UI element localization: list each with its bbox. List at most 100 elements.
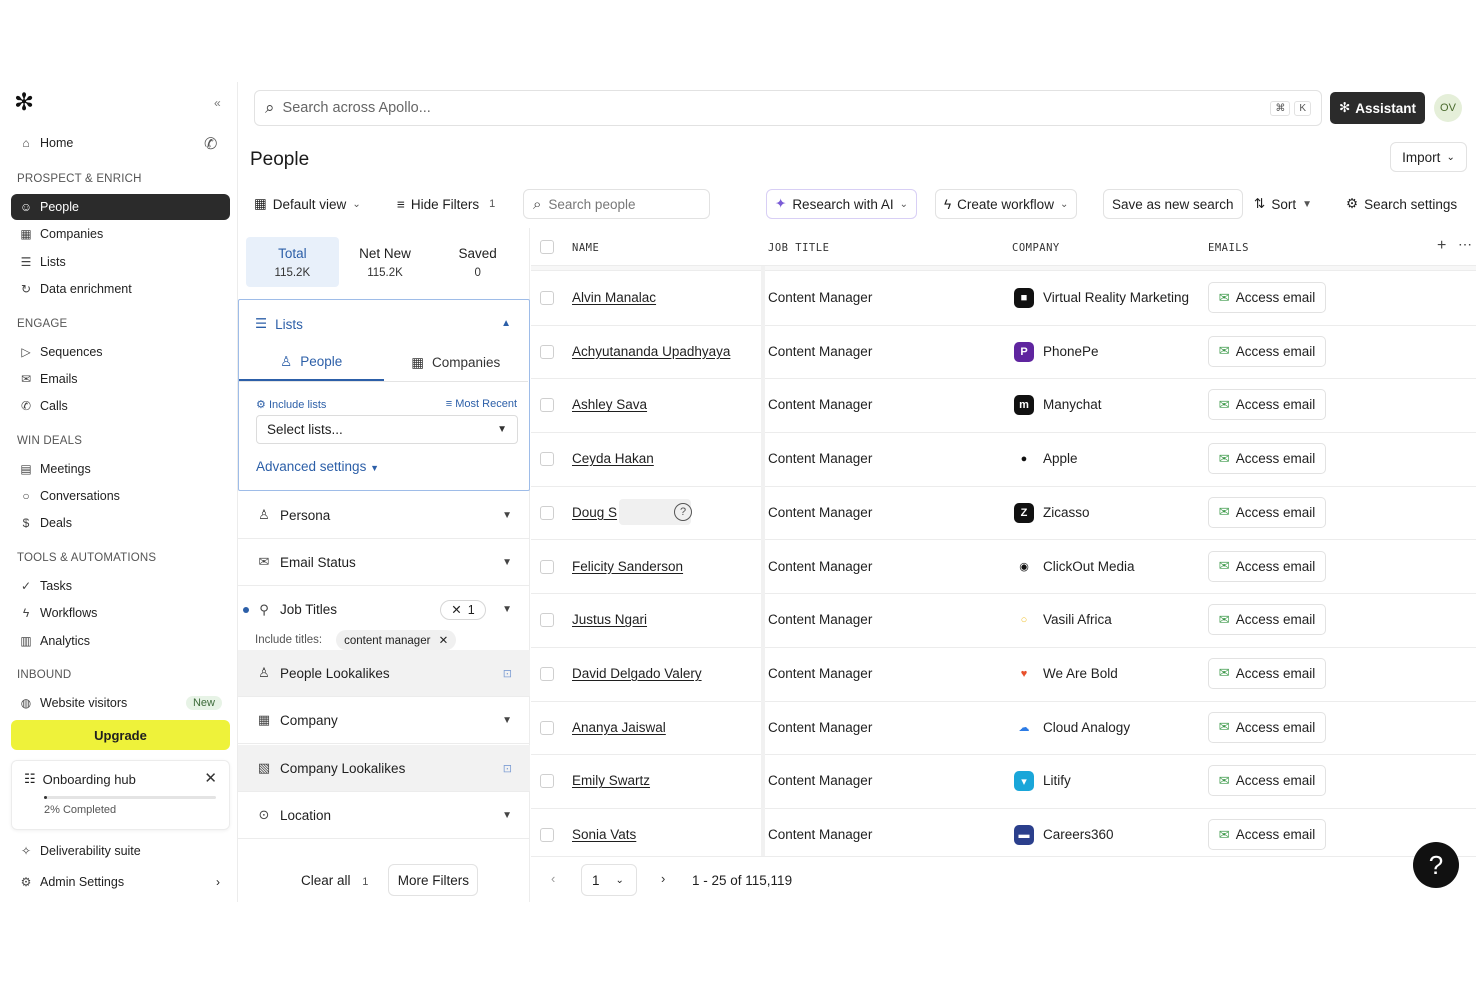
- more-options-icon[interactable]: ⋯: [1458, 236, 1473, 253]
- search-people[interactable]: ⌕: [523, 189, 710, 219]
- person-name-link[interactable]: Ananya Jaiswal: [572, 720, 666, 735]
- row-checkbox[interactable]: [540, 666, 554, 681]
- phone-icon[interactable]: ✆: [204, 134, 217, 154]
- access-email-button[interactable]: ✉ Access email: [1208, 765, 1326, 797]
- row-checkbox[interactable]: [540, 398, 554, 413]
- search-settings-button[interactable]: ⚙ Search settings: [1346, 189, 1457, 219]
- stat-total[interactable]: Total 115.2K: [246, 237, 339, 287]
- table-row[interactable]: Felicity Sanderson Content Manager ◉ ClickO…: [531, 541, 1476, 595]
- sidebar-item-admin-settings[interactable]: ⚙ Admin Settings ›: [11, 869, 230, 895]
- row-checkbox[interactable]: [540, 505, 554, 520]
- access-email-button[interactable]: ✉ Access email: [1208, 819, 1326, 850]
- sidebar-item-lists[interactable]: ☰ Lists: [11, 249, 230, 275]
- company-name[interactable]: ClickOut Media: [1043, 559, 1135, 574]
- collapse-sidebar-icon[interactable]: «: [214, 96, 221, 110]
- chevron-right-icon[interactable]: ›: [661, 871, 665, 886]
- filter-persona[interactable]: ♙ Persona ▼: [238, 492, 530, 539]
- include-lists-toggle[interactable]: ⚙ Include lists: [256, 398, 326, 411]
- table-row[interactable]: Ashley Sava Content Manager m Manychat ✉ Acce…: [531, 379, 1476, 434]
- apollo-logo-icon[interactable]: ✻: [14, 91, 36, 115]
- sidebar-item-website-visitors[interactable]: ◍ Website visitors New: [11, 690, 230, 716]
- row-checkbox[interactable]: [540, 452, 554, 467]
- person-name-link[interactable]: Ceyda Hakan: [572, 451, 654, 466]
- global-search[interactable]: ⌕ ⌘ K: [254, 90, 1322, 126]
- company-name[interactable]: Litify: [1043, 773, 1071, 788]
- company-name[interactable]: Careers360: [1043, 827, 1114, 842]
- filter-company[interactable]: ▦ Company ▼: [238, 697, 530, 744]
- access-email-button[interactable]: ✉ Access email: [1208, 282, 1326, 313]
- person-name-link[interactable]: Justus Ngari: [572, 612, 647, 627]
- hide-filters-button[interactable]: ≡ Hide Filters 1: [397, 189, 495, 219]
- table-row[interactable]: David Delgado Valery Content Manager ♥ We A…: [531, 648, 1476, 702]
- research-with-ai-button[interactable]: ✦ Research with AI ⌄: [766, 189, 917, 219]
- table-row[interactable]: Sonia Vats Content Manager ▬ Careers360 ✉ Acc…: [531, 809, 1476, 856]
- most-recent-sort[interactable]: ≡ Most Recent: [446, 398, 517, 410]
- column-header-job-title[interactable]: JOB TITLE: [768, 242, 829, 254]
- default-view-dropdown[interactable]: ▦ Default view ⌄: [254, 189, 361, 219]
- person-name-link[interactable]: Sonia Vats: [572, 827, 636, 842]
- filter-company-lookalikes[interactable]: ▧ Company Lookalikes ⊡: [238, 745, 530, 792]
- company-name[interactable]: Vasili Africa: [1043, 612, 1112, 627]
- help-circle-icon[interactable]: ?: [674, 502, 692, 521]
- access-email-button[interactable]: ✉ Access email: [1208, 604, 1326, 636]
- sidebar-item-conversations[interactable]: ○ Conversations: [11, 483, 230, 509]
- sidebar-item-emails[interactable]: ✉ Emails: [11, 366, 230, 392]
- global-search-input[interactable]: [282, 100, 1271, 116]
- row-checkbox[interactable]: [540, 828, 554, 842]
- person-name-link[interactable]: Emily Swartz: [572, 773, 650, 788]
- table-row[interactable]: Achyutananda Upadhyaya Content Manager P Ph…: [531, 326, 1476, 380]
- company-name[interactable]: We Are Bold: [1043, 666, 1118, 681]
- sidebar-item-people[interactable]: ☺ People: [11, 194, 230, 220]
- filter-email-status[interactable]: ✉ Email Status ▼: [238, 539, 530, 586]
- sidebar-item-home[interactable]: ⌂ Home: [11, 130, 230, 156]
- job-titles-count-pill[interactable]: ✕ 1: [440, 599, 486, 620]
- table-row[interactable]: Justus Ngari Content Manager ○ Vasili Afric…: [531, 594, 1476, 648]
- sidebar-item-analytics[interactable]: ▥ Analytics: [11, 628, 230, 654]
- sidebar-item-deliverability[interactable]: ✧ Deliverability suite: [11, 838, 230, 864]
- access-email-button[interactable]: ✉ Access email: [1208, 711, 1326, 743]
- company-name[interactable]: Apple: [1043, 451, 1078, 466]
- access-email-button[interactable]: ✉ Access email: [1208, 389, 1326, 421]
- column-header-company[interactable]: COMPANY: [1012, 242, 1060, 254]
- close-icon[interactable]: ✕: [439, 635, 449, 647]
- table-row[interactable]: Ananya Jaiswal Content Manager ☁ Cloud Anal…: [531, 702, 1476, 756]
- person-name-link[interactable]: Alvin Manalac: [572, 290, 656, 305]
- import-button[interactable]: Import ⌄: [1390, 142, 1467, 172]
- access-email-button[interactable]: ✉ Access email: [1208, 657, 1326, 689]
- search-people-input[interactable]: [548, 196, 699, 212]
- lists-filter-header[interactable]: ☰ Lists: [255, 316, 303, 332]
- select-all-checkbox[interactable]: [540, 240, 554, 254]
- person-name-link[interactable]: David Delgado Valery: [572, 666, 702, 681]
- company-name[interactable]: Zicasso: [1043, 505, 1090, 520]
- more-filters-button[interactable]: More Filters: [388, 864, 479, 896]
- column-header-emails[interactable]: EMAILS: [1208, 242, 1249, 254]
- column-header-name[interactable]: NAME: [572, 242, 599, 254]
- table-row[interactable]: Emily Swartz Content Manager ▾ Litify ✉ Acces…: [531, 755, 1476, 809]
- sidebar-item-companies[interactable]: ▦ Companies: [11, 221, 230, 247]
- sidebar-item-deals[interactable]: $ Deals: [11, 510, 230, 536]
- person-name-link[interactable]: Achyutananda Upadhyaya: [572, 344, 730, 359]
- sidebar-item-data-enrichment[interactable]: ↻ Data enrichment: [11, 276, 230, 302]
- company-name[interactable]: Cloud Analogy: [1043, 720, 1130, 735]
- clear-all-button[interactable]: Clear all 1: [301, 873, 368, 888]
- select-lists-dropdown[interactable]: Select lists... ▼: [256, 415, 518, 444]
- page-select[interactable]: 1 ⌄: [581, 864, 637, 896]
- title-chip[interactable]: content manager ✕: [336, 630, 457, 650]
- row-checkbox[interactable]: [540, 774, 554, 789]
- row-checkbox[interactable]: [540, 559, 554, 574]
- avatar[interactable]: OV: [1434, 94, 1462, 122]
- table-row[interactable]: Doug S? Content Manager Z Zicasso ✉ Access em…: [531, 487, 1476, 541]
- sidebar-item-workflows[interactable]: ϟ Workflows: [11, 600, 230, 626]
- add-column-icon[interactable]: +: [1437, 237, 1447, 255]
- person-name-link[interactable]: Ashley Sava: [572, 397, 647, 412]
- caret-up-icon[interactable]: ▲: [501, 318, 511, 329]
- stat-net-new[interactable]: Net New 115.2K: [339, 237, 432, 287]
- row-checkbox[interactable]: [540, 291, 554, 305]
- advanced-settings-link[interactable]: Advanced settings ▼: [256, 459, 379, 474]
- company-name[interactable]: Virtual Reality Marketing: [1043, 290, 1189, 305]
- create-workflow-button[interactable]: ϟ Create workflow ⌄: [935, 189, 1078, 219]
- access-email-button[interactable]: ✉ Access email: [1208, 496, 1326, 528]
- onboarding-hub-card[interactable]: ☷ Onboarding hub ✕ 2% Completed: [11, 760, 230, 830]
- sort-button[interactable]: ⇅ Sort ▼: [1254, 189, 1312, 219]
- sidebar-item-meetings[interactable]: ▤ Meetings: [11, 456, 230, 482]
